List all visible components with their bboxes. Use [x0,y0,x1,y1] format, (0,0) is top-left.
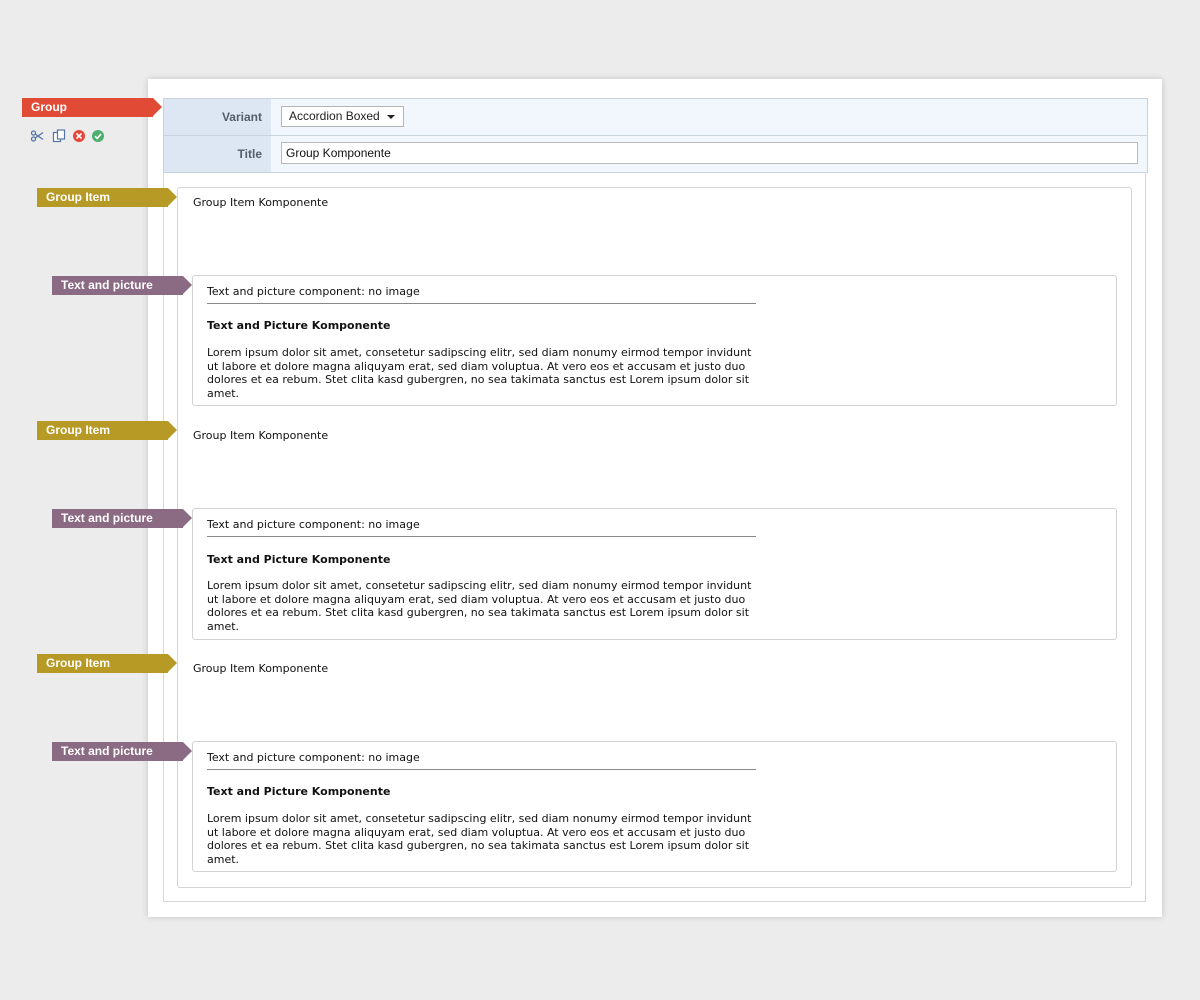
group-item-tag[interactable]: Group Item [37,654,177,673]
delete-icon[interactable] [72,128,86,142]
text-picture-header: Text and picture component: no image [207,751,420,764]
confirm-icon[interactable] [91,128,105,142]
text-picture-heading: Text and Picture Komponente [207,319,391,332]
variant-label: Variant [164,99,271,135]
title-label: Title [164,136,271,172]
copy-icon[interactable] [52,128,66,143]
text-picture-card: Text and picture component: no image Tex… [192,741,1117,872]
variant-select[interactable]: Accordion Boxed [281,106,404,127]
variant-select-value: Accordion Boxed [289,109,380,123]
text-picture-heading: Text and Picture Komponente [207,553,391,566]
text-picture-tag[interactable]: Text and picture [52,509,192,528]
group-tag[interactable]: Group [22,98,162,117]
caret-down-icon [387,115,395,119]
text-picture-tag[interactable]: Text and picture [52,742,192,761]
text-picture-header: Text and picture component: no image [207,518,420,531]
group-edit-form: Variant Accordion Boxed Title [163,98,1148,173]
group-item-title: Group Item Komponente [193,196,329,209]
text-picture-heading: Text and Picture Komponente [207,785,391,798]
group-item-tag[interactable]: Group Item [37,421,177,440]
text-picture-body: Lorem ipsum dolor sit amet, consetetur s… [207,579,752,634]
text-picture-tag[interactable]: Text and picture [52,276,192,295]
text-picture-body: Lorem ipsum dolor sit amet, consetetur s… [207,346,752,401]
divider [207,769,756,770]
group-item-title: Group Item Komponente [193,662,329,675]
divider [207,536,756,537]
text-picture-header: Text and picture component: no image [207,285,420,298]
group-item-title: Group Item Komponente [193,429,329,442]
variant-row: Variant Accordion Boxed [164,99,1147,136]
text-picture-body: Lorem ipsum dolor sit amet, consetetur s… [207,812,752,867]
title-input[interactable] [281,142,1138,164]
scissors-icon[interactable] [30,128,44,142]
divider [207,303,756,304]
title-row: Title [164,136,1147,173]
group-item-tag[interactable]: Group Item [37,188,177,207]
text-picture-card: Text and picture component: no image Tex… [192,508,1117,640]
text-picture-card: Text and picture component: no image Tex… [192,275,1117,406]
